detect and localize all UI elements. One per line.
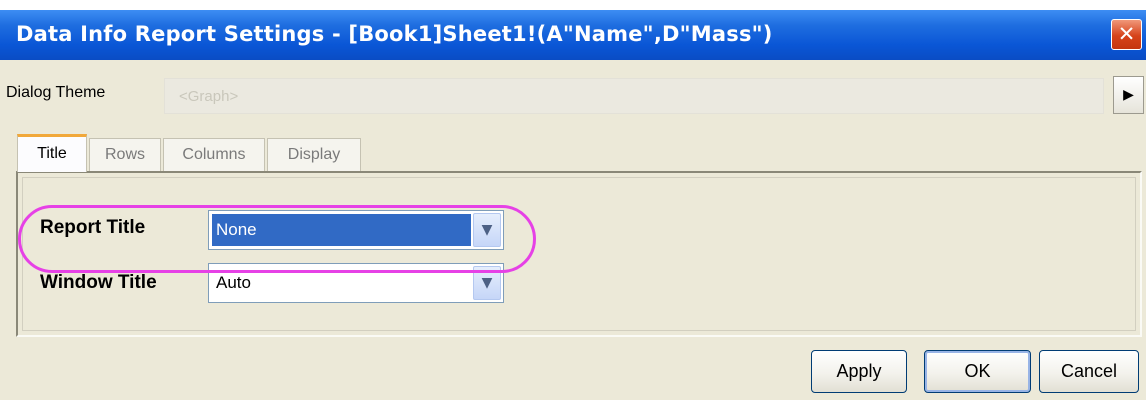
report-title-dropdown-button[interactable]: ▼ <box>473 213 501 247</box>
title-tab-panel <box>16 171 1142 337</box>
close-button[interactable]: ✕ <box>1111 19 1142 50</box>
dialog-theme-field[interactable]: <Graph> <box>164 78 1104 114</box>
close-icon: ✕ <box>1117 22 1136 46</box>
report-title-value: None <box>212 214 471 246</box>
dialog-theme-value: <Graph> <box>179 88 239 105</box>
tab-display[interactable]: Display <box>267 138 361 171</box>
cancel-button[interactable]: Cancel <box>1039 350 1139 393</box>
dialog-window: Data Info Report Settings - [Book1]Sheet… <box>0 10 1146 400</box>
ok-button[interactable]: OK <box>924 350 1031 393</box>
report-title-dropdown[interactable]: None ▼ <box>208 210 504 250</box>
tab-title[interactable]: Title <box>17 134 87 172</box>
window-title-label: Window Title <box>40 272 157 293</box>
title-bar[interactable]: Data Info Report Settings - [Book1]Sheet… <box>0 10 1146 60</box>
chevron-down-icon: ▼ <box>481 222 493 238</box>
window-title-dropdown[interactable]: Auto ▼ <box>208 263 504 303</box>
window-title: Data Info Report Settings - [Book1]Sheet… <box>16 22 773 46</box>
window-title-dropdown-button[interactable]: ▼ <box>473 266 501 300</box>
dialog-theme-menu-button[interactable]: ▶ <box>1113 76 1144 114</box>
chevron-down-icon: ▼ <box>481 275 493 291</box>
dialog-theme-row: Dialog Theme <Graph> ▶ <box>4 76 1144 118</box>
triangle-right-icon: ▶ <box>1123 87 1134 103</box>
apply-button[interactable]: Apply <box>811 350 907 393</box>
window-title-value: Auto <box>216 273 251 292</box>
report-title-label: Report Title <box>40 217 146 238</box>
tab-rows[interactable]: Rows <box>89 138 161 171</box>
dialog-theme-label: Dialog Theme <box>6 84 106 101</box>
panel-inner-frame <box>22 177 1136 331</box>
tab-columns[interactable]: Columns <box>163 138 265 171</box>
